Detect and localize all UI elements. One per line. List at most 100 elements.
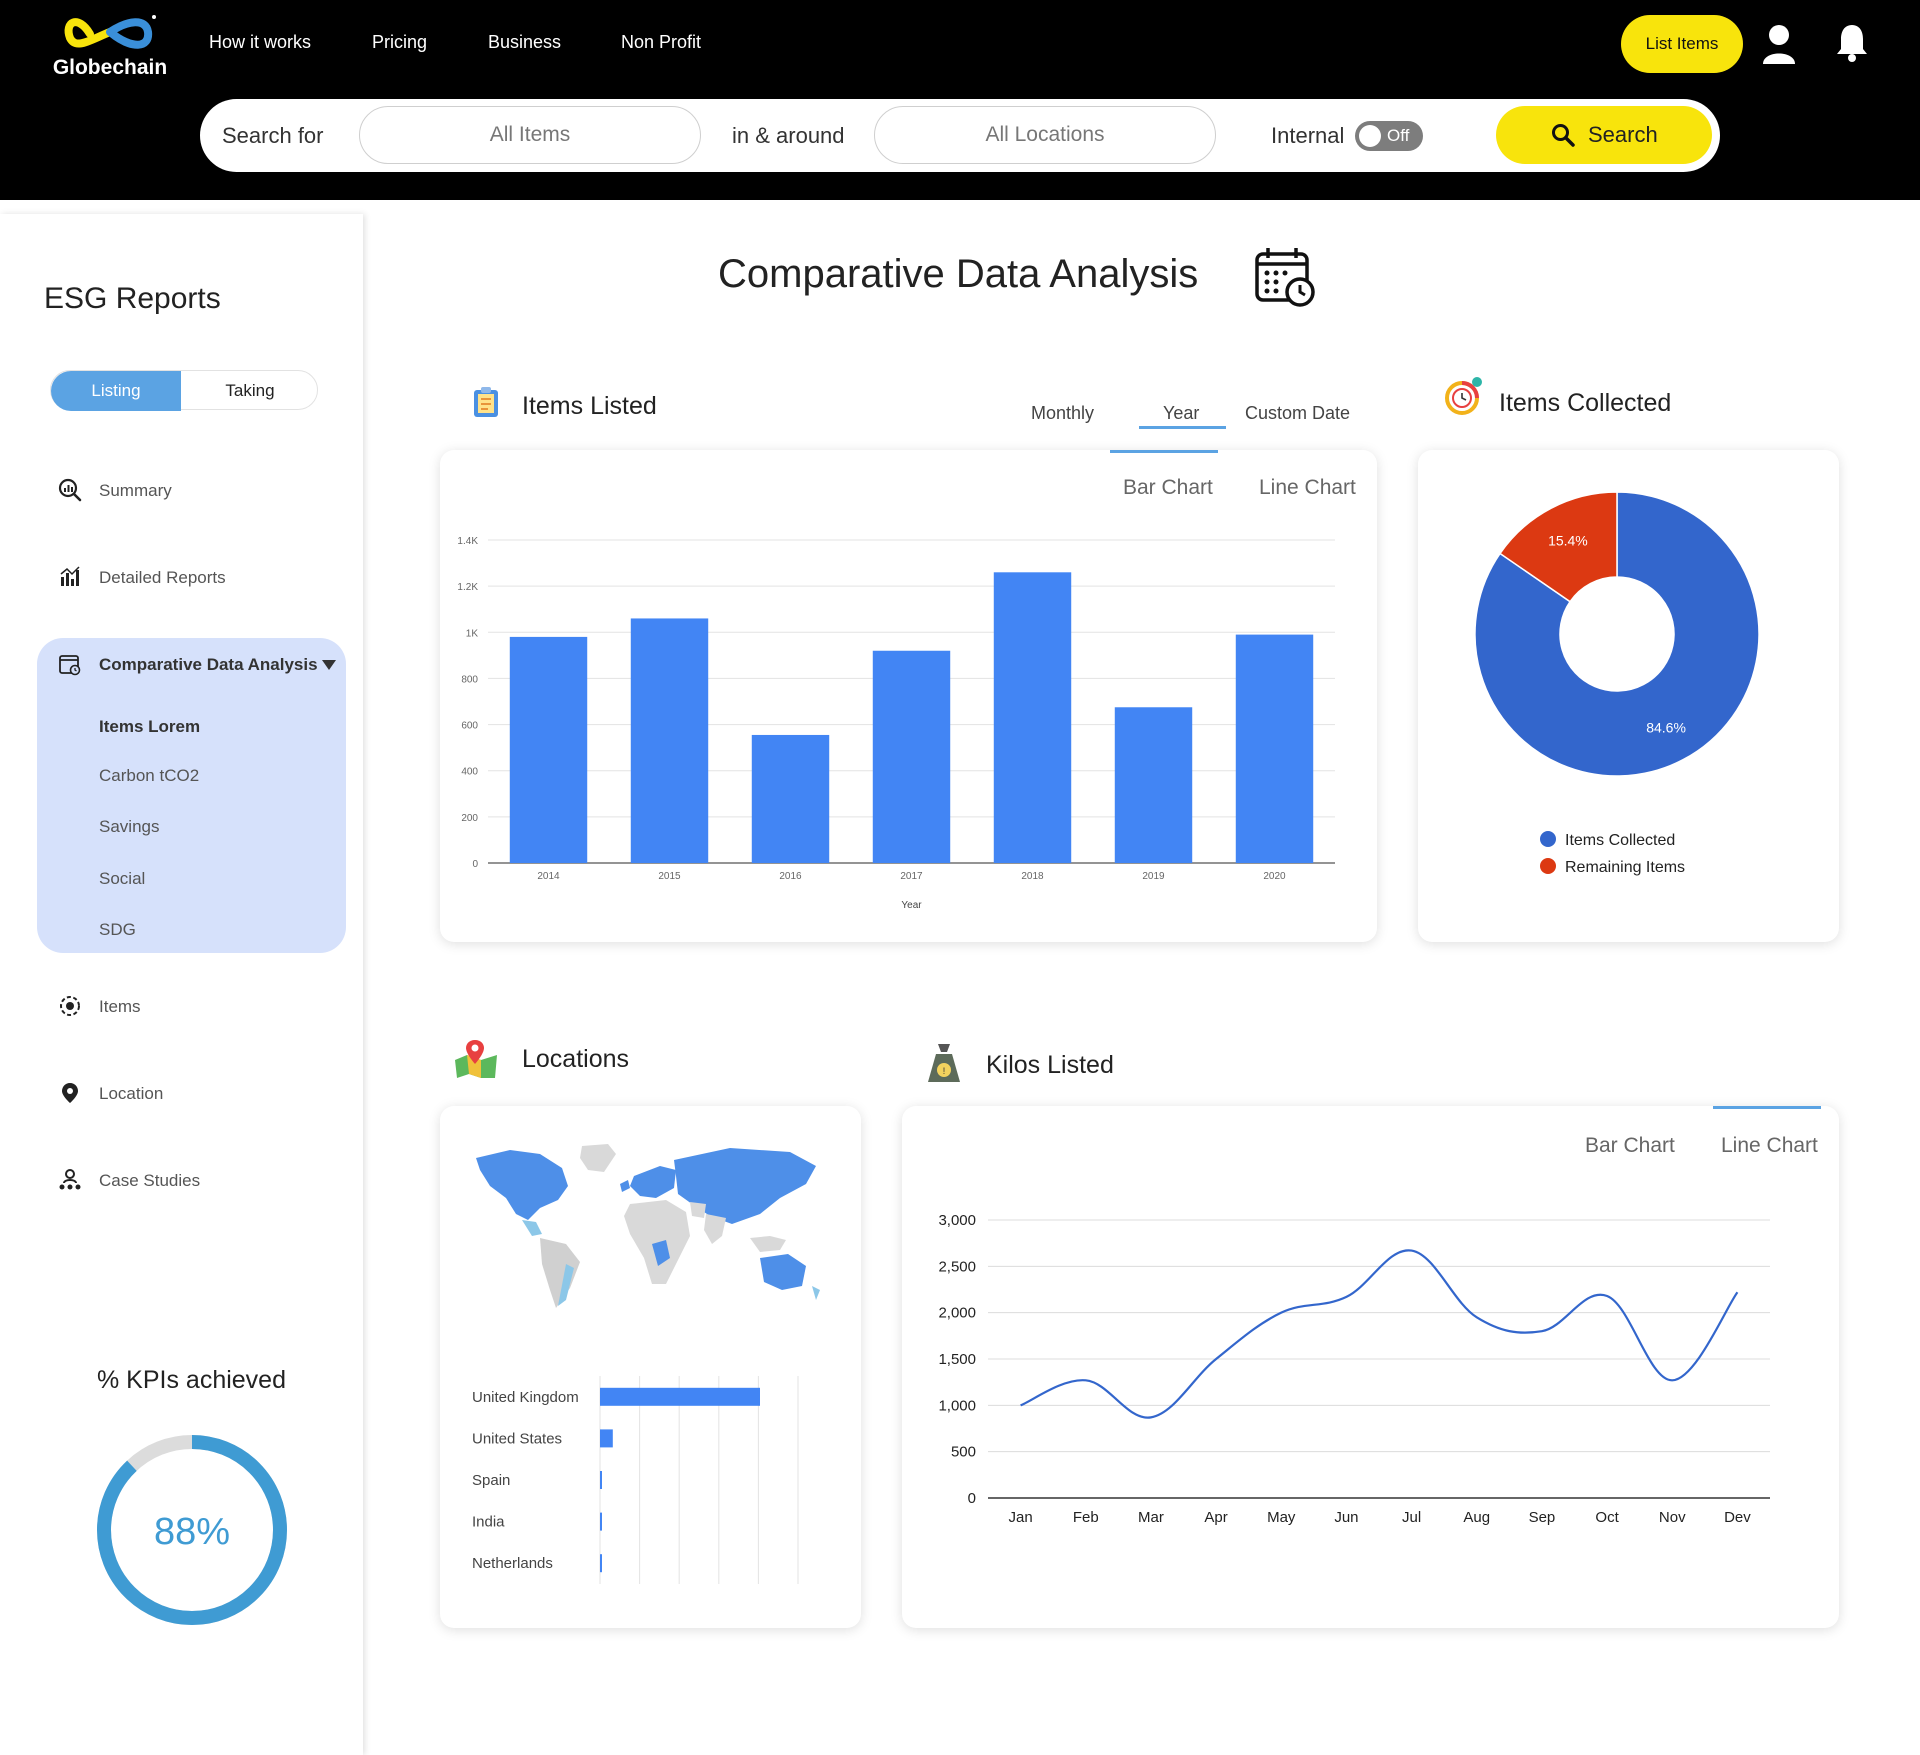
- team-icon: [59, 1169, 81, 1190]
- tab-year[interactable]: Year: [1163, 403, 1199, 424]
- tab-custom-date[interactable]: Custom Date: [1245, 403, 1350, 424]
- toggle-knob: [1359, 125, 1381, 147]
- y-tick-label: 0: [472, 859, 478, 870]
- x-tick-label: May: [1267, 1509, 1296, 1526]
- tab-year-underline: [1139, 426, 1226, 429]
- segment-listing[interactable]: Listing: [51, 371, 181, 411]
- sidebar-title: ESG Reports: [44, 282, 221, 315]
- x-tick-label: Dev: [1724, 1509, 1751, 1526]
- x-tick-label: 2016: [779, 871, 802, 882]
- sidebar-item-label: Detailed Reports: [99, 568, 226, 587]
- x-tick-label: Sep: [1529, 1509, 1556, 1526]
- items-collected-donut-chart: 84.6% 15.4% Items Collected Remaining Items: [1474, 491, 1760, 876]
- sidebar-item-label: Case Studies: [99, 1171, 201, 1190]
- slice-value-label: 15.4%: [1548, 533, 1588, 549]
- weight-bag-icon: !: [928, 1044, 960, 1082]
- y-tick-label: 1,000: [938, 1397, 976, 1414]
- bar: [600, 1512, 602, 1531]
- caret-down-icon[interactable]: [322, 660, 336, 670]
- search-for-label: Search for: [222, 123, 324, 148]
- locations-bar-chart: United Kingdom United States Spain India Net…: [472, 1376, 799, 1584]
- x-tick-label: Jan: [1008, 1509, 1032, 1526]
- sidebar-item-label: Comparative Data Analysis: [99, 655, 318, 674]
- bar: [600, 1554, 602, 1573]
- items-input[interactable]: [359, 106, 701, 164]
- x-tick-label: 2014: [537, 871, 560, 882]
- nav-non-profit[interactable]: Non Profit: [621, 32, 701, 53]
- bar-chart-icon: [60, 566, 80, 586]
- clipboard-icon: [474, 387, 498, 417]
- x-tick-label: 2019: [1142, 871, 1165, 882]
- kilos-listed-title: Kilos Listed: [986, 1051, 1114, 1079]
- x-tick-label: 2017: [900, 871, 923, 882]
- list-items-button[interactable]: List Items: [1621, 15, 1743, 73]
- subitem-social[interactable]: Social: [99, 869, 145, 889]
- top-bar: Globechain How it works Pricing Business…: [0, 0, 1920, 200]
- kpi-value: 88%: [154, 1511, 230, 1553]
- in-around-label: in & around: [732, 123, 845, 148]
- kpi-progress-ring: 88%: [97, 1435, 287, 1625]
- items-listed-bar-chart: 0 200 400 600 800 1K 1.2K 1.4K 2014 2015 2016 2017 2…: [457, 536, 1335, 911]
- bar: [993, 572, 1072, 863]
- y-tick-label: 1K: [466, 628, 479, 639]
- bar: [751, 734, 830, 863]
- y-tick-label: 1.4K: [457, 536, 478, 547]
- x-tick-label: Oct: [1595, 1509, 1619, 1526]
- sidebar-item-comparative-data-analysis[interactable]: Comparative Data Analysis: [58, 648, 338, 680]
- calendar-clock-icon: [59, 655, 81, 676]
- y-tick-label: 200: [461, 813, 478, 824]
- nav-pricing[interactable]: Pricing: [372, 32, 427, 53]
- legend-swatch: [1540, 858, 1556, 874]
- locations-card: United Kingdom United States Spain India Net…: [440, 1106, 861, 1628]
- search-button-label: Search: [1588, 122, 1658, 147]
- toggle-state-label: Off: [1387, 126, 1410, 145]
- user-icon[interactable]: [1762, 24, 1796, 64]
- items-collected-card: 84.6% 15.4% Items Collected Remaining Items: [1418, 450, 1839, 942]
- items-listed-card: Bar Chart Line Chart 0 200 400 600 800 1K 1.2K…: [440, 450, 1377, 942]
- x-axis-label: Year: [901, 900, 922, 911]
- page-title: Comparative Data Analysis: [718, 252, 1199, 296]
- weight-bag-glyph: !: [943, 1066, 946, 1076]
- brand-name: Globechain: [52, 56, 168, 79]
- subitem-carbon[interactable]: Carbon tCO2: [99, 766, 199, 786]
- x-tick-label: Apr: [1204, 1509, 1227, 1526]
- listing-taking-segment: Listing Taking: [50, 370, 319, 411]
- search-button[interactable]: Search: [1496, 106, 1712, 164]
- y-tick-label: 800: [461, 674, 478, 685]
- locations-input[interactable]: [874, 106, 1216, 164]
- items-listed-title: Items Listed: [522, 392, 657, 420]
- subitem-sdg[interactable]: SDG: [99, 920, 136, 940]
- y-tick-label: 600: [461, 721, 478, 732]
- subitem-items-lorem[interactable]: Items Lorem: [99, 717, 200, 737]
- search-bar: Search for in & around Internal Off Sear…: [200, 99, 1720, 172]
- segment-taking[interactable]: Taking: [181, 371, 319, 411]
- y-tick-label: 1.2K: [457, 582, 478, 593]
- legend-label: Items Collected: [1565, 832, 1675, 849]
- sidebar-item-label: Items: [99, 997, 141, 1016]
- clock-progress-icon: [1445, 377, 1482, 415]
- sidebar-item-label: Location: [99, 1084, 164, 1103]
- slice-value-label: 84.6%: [1646, 719, 1686, 735]
- category-label: Spain: [472, 1472, 510, 1489]
- x-tick-label: Feb: [1073, 1509, 1099, 1526]
- bell-icon[interactable]: [1835, 22, 1869, 64]
- internal-toggle[interactable]: Off: [1355, 121, 1423, 151]
- bar: [1235, 634, 1314, 863]
- search-icon: [1552, 124, 1575, 147]
- category-label: India: [472, 1514, 505, 1531]
- category-label: United Kingdom: [472, 1389, 579, 1406]
- legend-swatch: [1540, 831, 1556, 847]
- bar: [1114, 707, 1193, 863]
- x-tick-label: Nov: [1659, 1509, 1686, 1526]
- subitem-savings[interactable]: Savings: [99, 817, 159, 837]
- settings-dot-icon: [60, 996, 80, 1016]
- globechain-logo[interactable]: Globechain: [50, 10, 170, 82]
- tab-monthly[interactable]: Monthly: [1031, 403, 1094, 424]
- nav-how-it-works[interactable]: How it works: [209, 32, 311, 53]
- x-tick-label: Aug: [1463, 1509, 1490, 1526]
- nav-business[interactable]: Business: [488, 32, 561, 53]
- y-tick-label: 2,000: [938, 1305, 976, 1322]
- calendar-clock-icon: [1255, 248, 1315, 307]
- y-tick-label: 0: [968, 1490, 976, 1507]
- kilos-listed-card: Bar Chart Line Chart 0 500 1,000 1,500 2,000…: [902, 1106, 1839, 1628]
